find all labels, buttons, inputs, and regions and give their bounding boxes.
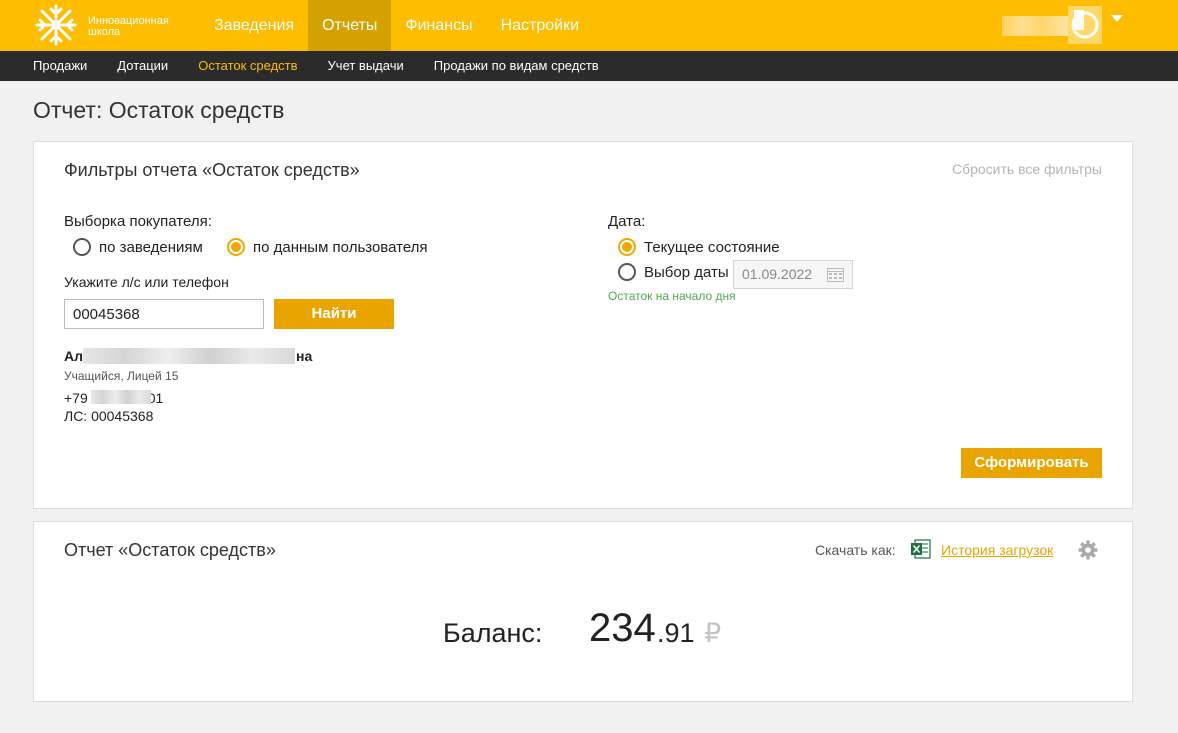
user-avatar-icon[interactable] [1068,6,1102,44]
balance-integer: 234 [589,606,656,650]
radio-current-state[interactable]: Текущее состояние [618,238,780,256]
user-subtitle: Учащийся, Лицей 15 [64,369,179,383]
user-name-start: Ал [64,348,84,364]
date-value: 01.09.2022 [742,266,813,282]
nav-item-settings[interactable]: Настройки [487,0,593,51]
calendar-icon[interactable] [827,267,844,282]
nav-item-reports[interactable]: Отчеты [308,0,392,51]
reset-filters-link[interactable]: Сбросить все фильтры [952,161,1102,177]
brand-line-2: школа [88,26,121,38]
report-heading: Отчет «Остаток средств» [64,540,276,560]
excel-icon[interactable] [910,538,932,560]
subnav-item-sales-by-fund-type[interactable]: Продажи по видам средств [419,51,614,81]
brand-name[interactable]: Инновационная школа [88,16,169,38]
main-nav: Заведения Отчеты Финансы Настройки [200,0,593,51]
nav-item-finances[interactable]: Финансы [391,0,486,51]
nav-item-establishments[interactable]: Заведения [200,0,308,51]
gear-icon[interactable] [1078,540,1098,560]
user-phone-redacted [91,390,151,404]
radio-choose-date[interactable]: Выбор даты [618,263,729,281]
filters-panel: Фильтры отчета «Остаток средств» Сбросит… [33,141,1133,509]
currency-symbol: ₽ [704,618,722,648]
radio-label: по заведениям [99,238,203,256]
radio-label: Текущее состояние [644,238,780,256]
find-button[interactable]: Найти [274,299,394,329]
date-picker-input[interactable]: 01.09.2022 [733,260,853,289]
report-panel: Отчет «Остаток средств» Скачать как: Ист… [33,521,1133,702]
radio-button[interactable] [227,238,245,256]
radio-button[interactable] [618,263,636,281]
radio-button[interactable] [618,238,636,256]
radio-label: Выбор даты [644,263,729,281]
logo-snowflake-icon[interactable] [33,2,79,48]
user-name-redacted[interactable] [1002,16,1068,36]
download-history-link[interactable]: История загрузок [941,542,1053,558]
date-label: Дата: [608,213,646,230]
filters-heading: Фильтры отчета «Остаток средств» [64,160,360,180]
user-phone-start: +79 [64,390,88,406]
date-hint: Остаток на начало дня [608,289,736,303]
top-bar: Инновационная школа Заведения Отчеты Фин… [0,0,1178,51]
subnav-item-issuance[interactable]: Учет выдачи [313,51,419,81]
generate-button[interactable]: Сформировать [961,448,1102,478]
page-title: Отчет: Остаток средств [33,97,285,123]
account-field-label: Укажите л/с или телефон [64,274,229,290]
user-name-redacted [83,348,295,364]
balance-label: Баланс: [443,618,543,648]
account-input[interactable] [64,299,264,329]
user-account: ЛС: 00045368 [64,408,154,424]
buyer-selection-label: Выборка покупателя: [64,213,212,230]
subnav-item-sales[interactable]: Продажи [18,51,102,81]
user-name-end: на [296,348,313,364]
subnav-item-subsidies[interactable]: Дотации [102,51,183,81]
radio-by-establishments[interactable]: по заведениям [73,238,203,256]
sub-nav: Продажи Дотации Остаток средств Учет выд… [0,51,1178,81]
download-label: Скачать как: [815,542,896,558]
balance-fraction: .91 [657,618,695,648]
subnav-item-balance[interactable]: Остаток средств [183,51,312,81]
radio-by-user-data[interactable]: по данным пользователя [227,238,428,256]
radio-label: по данным пользователя [253,238,428,256]
chevron-down-icon[interactable] [1111,15,1123,22]
radio-button[interactable] [73,238,91,256]
